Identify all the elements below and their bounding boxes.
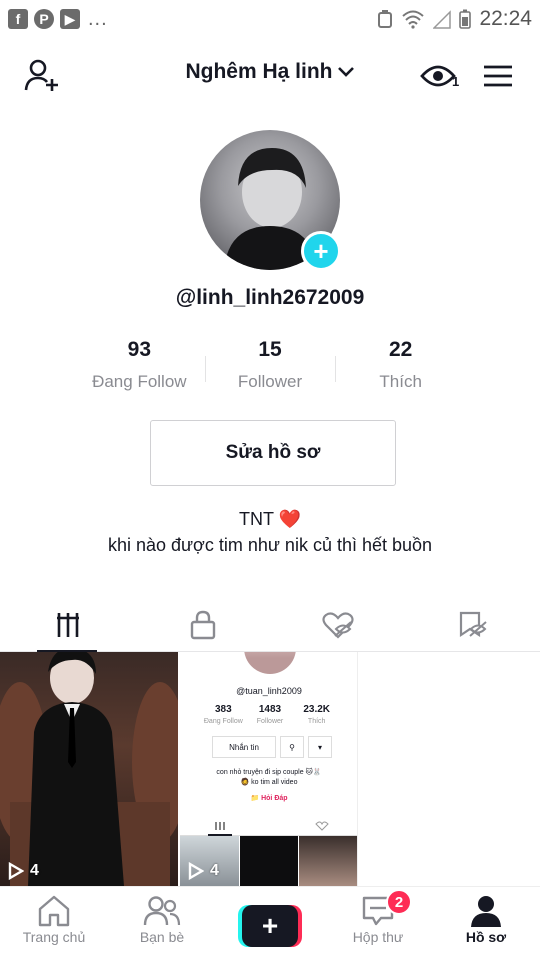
youtube-icon: ▶	[60, 9, 80, 29]
play-icon	[188, 862, 204, 880]
battery-icon	[459, 9, 472, 29]
embedded-stat-label: Thích	[307, 718, 326, 725]
pinterest-icon: P	[34, 9, 54, 29]
embedded-avatar	[244, 652, 296, 674]
alarm-icon	[378, 10, 393, 28]
embedded-buttons: Nhắn tin ⚲ ▾	[212, 736, 332, 758]
likes-label: Thích	[379, 372, 422, 391]
nav-friends-label: Bạn bè	[139, 929, 185, 945]
video-thumbnail[interactable]: @tuan_linh2009 383 Đang Follow 1483 Follow…	[180, 652, 358, 886]
tab-liked[interactable]	[270, 598, 405, 651]
username: @linh_linh2672009	[175, 286, 365, 309]
status-bar: f P ▶ ... 22:24	[0, 0, 540, 38]
video-thumbnail-image	[0, 652, 178, 886]
video-grid: 4 @tuan_linh2009 383 Đang Follow 1483 Foll…	[0, 652, 540, 886]
embedded-stat-value: 1483	[258, 704, 282, 715]
notification-icons: f P ▶ ...	[8, 8, 108, 31]
facebook-icon: f	[8, 9, 28, 29]
embedded-tabs	[180, 818, 357, 836]
nav-home[interactable]: Trang chủ	[0, 887, 108, 960]
friends-icon	[143, 896, 181, 926]
view-count: 4	[8, 862, 39, 880]
embedded-profile-screenshot: @tuan_linh2009 383 Đang Follow 1483 Follow…	[180, 652, 357, 886]
play-icon	[8, 862, 24, 880]
bio-line: khi nào được tim như nik củ thì hết buồn	[107, 535, 433, 555]
nav-friends[interactable]: Bạn bè	[108, 887, 216, 960]
nav-create[interactable]: +	[216, 887, 324, 960]
embedded-bio-line: 🧔 ko tim all video	[240, 779, 298, 786]
tab-saved[interactable]	[405, 598, 540, 651]
followers-label: Follower	[237, 372, 303, 391]
bottom-navigation: Trang chủ Bạn bè + 2 Hộp thư Hồ sơ	[0, 886, 540, 960]
signal-icon	[433, 10, 452, 29]
profile-header: Nghêm Hạ linh 1	[0, 50, 540, 100]
videos-grid-icon	[56, 612, 79, 637]
bio: TNT ❤️ khi nào được tim như nik củ thì h…	[0, 506, 540, 558]
content-tabs	[0, 598, 540, 652]
profile-stats: 93 Đang Follow 15 Follower 22 Thích	[74, 338, 466, 398]
view-count-value: 4	[210, 862, 219, 879]
video-thumbnail[interactable]: 4	[0, 652, 178, 886]
lock-icon	[190, 610, 215, 639]
liked-hidden-icon	[321, 611, 354, 639]
likes-stat[interactable]: 22 Thích	[335, 338, 466, 398]
embedded-message-button: Nhắn tin	[212, 736, 276, 758]
embedded-stats: 383 Đang Follow 1483 Follower 23.2K Thích	[200, 704, 340, 725]
inbox-badge: 2	[386, 889, 412, 915]
edit-profile-button[interactable]: Sửa hồ sơ	[150, 420, 396, 486]
embedded-stat-value: 23.2K	[303, 704, 331, 715]
followers-count: 15	[258, 338, 282, 361]
tab-private[interactable]	[135, 598, 270, 651]
nav-inbox[interactable]: 2 Hộp thư	[324, 887, 432, 960]
hamburger-menu-icon	[484, 65, 512, 87]
followers-stat[interactable]: 15 Follower	[204, 338, 336, 398]
eye-icon	[420, 65, 456, 87]
embedded-stat-label: Follower	[256, 718, 284, 725]
plus-icon: +	[242, 905, 298, 947]
nav-profile-label: Hồ sơ	[465, 929, 507, 945]
nav-home-label: Trang chủ	[22, 929, 86, 945]
clock: 22:24	[479, 7, 532, 30]
embedded-stat-label: Đang Follow	[203, 718, 243, 725]
saved-hidden-icon	[459, 611, 487, 637]
create-video-button[interactable]: +	[238, 905, 302, 947]
menu-button[interactable]	[478, 56, 518, 96]
more-notifications: ...	[88, 7, 108, 30]
page-title: Nghêm Hạ linh	[185, 60, 333, 83]
embedded-qa-link: 📁 Hỏi Đáp	[250, 795, 288, 802]
following-count: 93	[127, 338, 152, 361]
home-icon	[38, 895, 70, 927]
following-stat[interactable]: 93 Đang Follow	[74, 338, 205, 398]
bio-line: TNT ❤️	[238, 509, 302, 529]
add-story-button[interactable]: +	[301, 231, 341, 271]
embedded-username: @tuan_linh2009	[236, 686, 302, 696]
embedded-bio-line: con nhỏ truyện đi sịp couple 🐱🐰	[216, 769, 322, 776]
embedded-stat-value: 383	[214, 704, 232, 715]
view-count-value: 4	[30, 862, 39, 879]
wifi-icon	[402, 10, 425, 29]
chevron-down-icon	[337, 67, 354, 77]
embedded-person-icon: ⚲	[280, 736, 304, 758]
tab-videos[interactable]	[0, 598, 135, 652]
empty-grid-cell	[360, 652, 540, 886]
following-label: Đang Follow	[92, 372, 187, 391]
nav-inbox-label: Hộp thư	[352, 929, 404, 945]
likes-count: 22	[389, 338, 413, 361]
nav-profile[interactable]: Hồ sơ	[432, 887, 540, 960]
view-count: 4	[188, 862, 219, 880]
profile-icon	[471, 896, 501, 927]
embedded-bio: con nhỏ truyện đi sịp couple 🐱🐰 🧔 ko tim…	[180, 768, 357, 788]
embedded-dropdown-icon: ▾	[308, 736, 332, 758]
viewer-count: 1	[452, 74, 460, 89]
